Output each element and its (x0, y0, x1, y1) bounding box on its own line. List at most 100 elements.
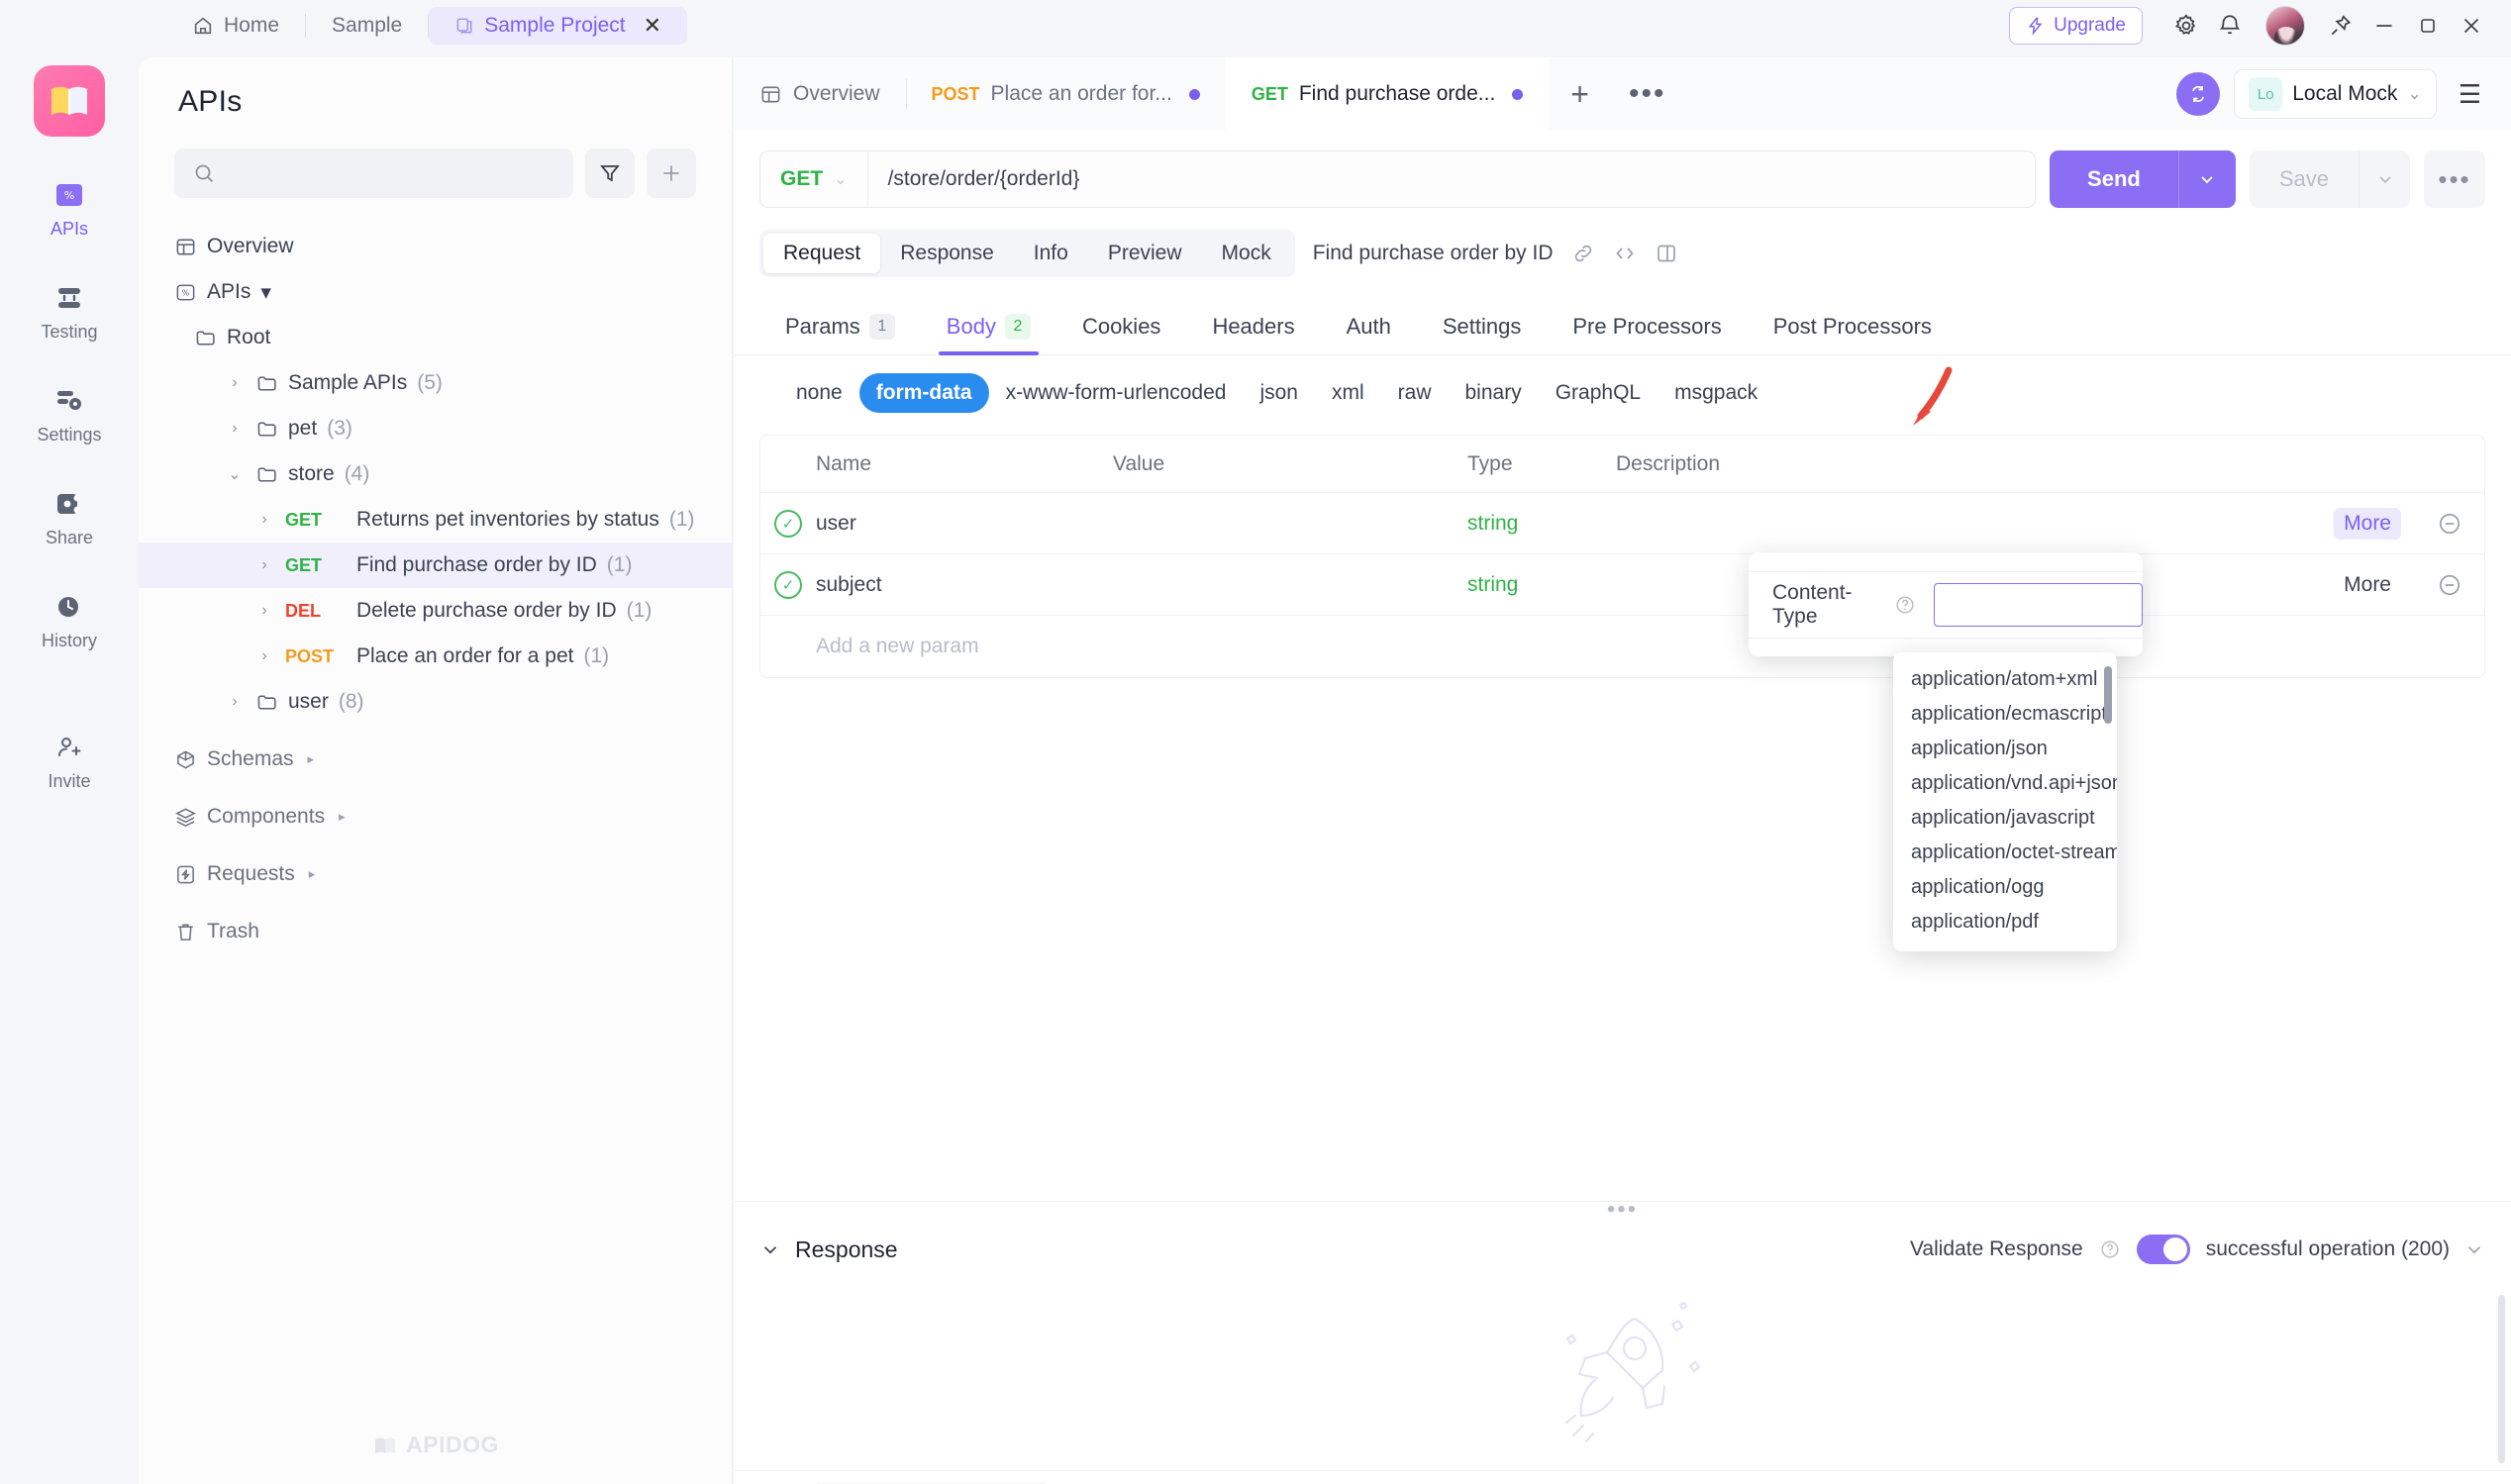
body-type-x-www-form-urlencoded[interactable]: x-www-form-urlencoded (989, 373, 1244, 413)
tree-item-overview[interactable]: Overview (139, 224, 732, 269)
content-type-dropdown[interactable]: application/atom+xml application/ecmascr… (1893, 652, 2117, 951)
subtab-mock[interactable]: Mock (1202, 234, 1291, 273)
tree-endpoint-place-an-order[interactable]: › POST Place an order for a pet (1) (139, 634, 732, 679)
tab-place-an-order[interactable]: POST Place an order for... (905, 57, 1226, 131)
avatar[interactable] (2265, 6, 2305, 46)
table-add-row[interactable]: Add a new param (760, 616, 2484, 677)
row-type[interactable]: string (1467, 512, 1616, 536)
tree-folder-sample-apis[interactable]: › Sample APIs (5) (139, 360, 732, 406)
method-selector[interactable]: GET ⌄ (760, 151, 868, 207)
subtab-info[interactable]: Info (1014, 234, 1088, 273)
table-row[interactable]: ✓ user string More (760, 493, 2484, 554)
body-type-xml[interactable]: xml (1315, 373, 1381, 413)
gear-icon[interactable] (2164, 4, 2208, 48)
body-type-raw[interactable]: raw (1381, 373, 1449, 413)
split-view-icon[interactable] (1655, 242, 1678, 265)
tab-body[interactable]: Body 2 (921, 299, 1056, 355)
rail-item-testing[interactable]: Testing (10, 281, 129, 343)
panel-resize-handle[interactable]: ••• (734, 1197, 2511, 1221)
tab-settings[interactable]: Settings (1417, 299, 1548, 354)
row-name[interactable]: user (816, 512, 1113, 536)
row-more-button[interactable]: More (2334, 507, 2401, 540)
tree-endpoint-returns-pet-inventories[interactable]: › GET Returns pet inventories by status … (139, 497, 732, 543)
url-input[interactable]: /store/order/{orderId} (868, 167, 1080, 191)
row-checkbox[interactable]: ✓ (760, 509, 816, 538)
maximize-icon[interactable] (2406, 4, 2450, 48)
chevron-right-icon[interactable]: › (224, 374, 246, 392)
chevron-down-icon[interactable]: ▾ (260, 280, 271, 305)
upgrade-button[interactable]: Upgrade (2009, 7, 2143, 45)
chevron-down-icon[interactable] (2463, 1238, 2485, 1260)
save-options-button[interactable] (2359, 150, 2410, 208)
row-type[interactable]: string (1467, 573, 1616, 597)
tree-folder-root[interactable]: Root (139, 315, 732, 360)
tree-section-apis[interactable]: % APIs ▾ (139, 269, 732, 315)
body-type-json[interactable]: json (1243, 373, 1315, 413)
add-api-button[interactable] (647, 148, 696, 198)
chevron-right-icon[interactable]: ▸ (309, 866, 316, 882)
close-icon[interactable] (2450, 4, 2493, 48)
window-tab-home[interactable]: Home (166, 7, 305, 45)
request-more-button[interactable]: ••• (2424, 150, 2485, 208)
tab-overview[interactable]: Overview (734, 57, 906, 131)
body-type-form-data[interactable]: form-data (858, 373, 989, 413)
close-icon[interactable]: ✕ (644, 15, 661, 37)
window-tab-sample[interactable]: Sample (306, 7, 428, 45)
row-remove-icon[interactable] (2437, 511, 2462, 537)
sync-icon[interactable] (2176, 72, 2221, 116)
validate-response-toggle[interactable] (2136, 1235, 2190, 1264)
response-scrollbar[interactable] (2498, 1295, 2505, 1463)
chevron-down-icon[interactable] (759, 1238, 781, 1260)
subtab-preview[interactable]: Preview (1088, 234, 1202, 273)
tab-pre-processors[interactable]: Pre Processors (1547, 299, 1747, 354)
search-input[interactable] (174, 148, 573, 198)
save-button[interactable]: Save (2249, 150, 2359, 208)
chevron-down-icon[interactable]: ⌄ (2407, 84, 2421, 104)
rail-item-history[interactable]: History (10, 590, 129, 651)
app-logo[interactable] (34, 65, 105, 137)
tab-params[interactable]: Params 1 (759, 299, 921, 354)
response-title-group[interactable]: Response (759, 1237, 898, 1263)
dropdown-option[interactable]: application/ogg (1893, 870, 2117, 905)
chevron-right-icon[interactable]: › (253, 556, 275, 574)
question-icon[interactable] (2099, 1238, 2121, 1260)
add-param-placeholder[interactable]: Add a new param (816, 635, 1113, 658)
send-options-button[interactable] (2177, 150, 2236, 208)
row-remove-icon[interactable] (2437, 572, 2462, 598)
chevron-right-icon[interactable]: ▸ (339, 809, 346, 825)
response-status-selector[interactable]: successful operation (200) (2206, 1237, 2485, 1261)
send-button[interactable]: Send (2050, 150, 2178, 208)
rail-item-invite[interactable]: Invite (10, 731, 129, 792)
body-type-binary[interactable]: binary (1449, 373, 1539, 413)
tree-endpoint-delete-purchase-order[interactable]: › DEL Delete purchase order by ID (1) (139, 588, 732, 634)
body-type-none[interactable]: none (779, 373, 859, 413)
question-icon[interactable] (1894, 594, 1916, 616)
table-row[interactable]: ✓ subject string More (760, 554, 2484, 616)
rail-item-share[interactable]: Share (10, 487, 129, 548)
tree-endpoint-find-purchase-order[interactable]: › GET Find purchase order by ID (1) (139, 543, 732, 588)
tab-post-processors[interactable]: Post Processors (1748, 299, 1958, 354)
chevron-right-icon[interactable]: › (253, 602, 275, 620)
dropdown-option[interactable]: application/vnd.api+json (1893, 766, 2117, 801)
row-name[interactable]: subject (816, 573, 1113, 597)
content-type-input[interactable] (1934, 582, 2143, 627)
pin-icon[interactable] (2319, 4, 2362, 48)
dropdown-option[interactable]: application/octet-stream (1893, 836, 2117, 870)
dropdown-option[interactable]: application/atom+xml (1893, 662, 2117, 697)
row-checkbox[interactable]: ✓ (760, 570, 816, 599)
hamburger-icon[interactable]: ☰ (2437, 79, 2495, 110)
new-tab-button[interactable]: + (1549, 76, 1611, 113)
dropdown-option[interactable]: application/pdf (1893, 905, 2117, 940)
tab-find-purchase-order[interactable]: GET Find purchase orde... (1225, 57, 1550, 131)
chevron-right-icon[interactable]: › (253, 511, 275, 529)
link-icon[interactable] (1571, 242, 1595, 265)
url-bar[interactable]: GET ⌄ /store/order/{orderId} (759, 150, 2037, 208)
code-icon[interactable] (1613, 242, 1637, 265)
chevron-right-icon[interactable]: ▸ (308, 751, 315, 767)
chevron-right-icon[interactable]: › (253, 647, 275, 665)
body-type-graphql[interactable]: GraphQL (1539, 373, 1657, 413)
tree-folder-store[interactable]: ⌄ store (4) (139, 451, 732, 497)
tree-folder-pet[interactable]: › pet (3) (139, 406, 732, 451)
chevron-down-icon[interactable]: ⌄ (834, 169, 847, 189)
row-more-button[interactable]: More (2334, 569, 2401, 601)
